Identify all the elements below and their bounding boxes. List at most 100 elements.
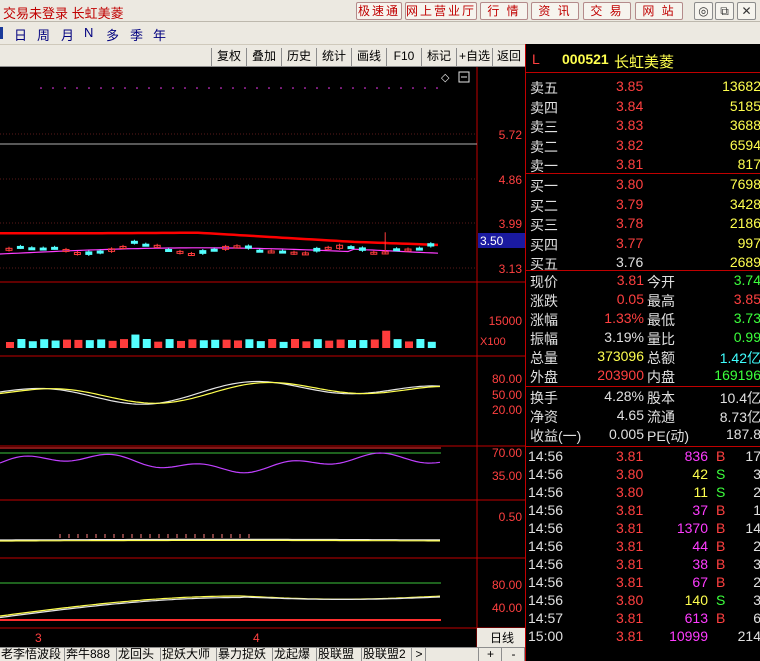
zoom-out-button[interactable]: - — [502, 648, 525, 661]
period-month[interactable]: 月 — [61, 25, 74, 44]
volume-bar — [245, 339, 254, 348]
quote-value: 0.99 — [733, 329, 760, 345]
back-button[interactable]: 返回 — [492, 48, 525, 66]
restore-icon[interactable]: ◎ — [694, 2, 713, 20]
fundamental-row: 净资 4.65 流通 8.73亿 — [526, 406, 760, 425]
tick-side: B — [716, 538, 726, 554]
trade-button[interactable]: 交 易 — [583, 2, 631, 20]
zoom-in-button[interactable]: + — [478, 648, 502, 661]
period-week[interactable]: 周 — [37, 25, 50, 44]
bid-price: 3.80 — [616, 176, 644, 192]
tick-count: 3 — [753, 556, 760, 572]
ask-row: 卖五 3.85 13682 — [526, 77, 760, 96]
signal-dot — [232, 87, 234, 89]
tick-volume: 42 — [692, 466, 708, 482]
quote-value: 3.81 — [616, 272, 644, 288]
market-flag: L — [532, 51, 540, 67]
title-bar: 交易未登录 长虹美菱 极速通 网上营业厅 行 情 资 讯 交 易 网 站 ◎ ⧉… — [0, 0, 760, 22]
period-quarter[interactable]: 季 — [130, 25, 143, 44]
tick-volume: 11 — [693, 484, 708, 500]
signal-dot — [112, 87, 114, 89]
candle-body — [347, 246, 355, 250]
add-watchlist-button[interactable]: +自选 — [456, 48, 492, 66]
bid-row: 买三 3.78 2186 — [526, 214, 760, 233]
f10-button[interactable]: F10 — [386, 48, 421, 66]
online-hall-button[interactable]: 网上营业厅 — [405, 2, 477, 20]
chart-frame — [0, 67, 525, 647]
signal-dot — [388, 87, 390, 89]
tab-gulianmeng2[interactable]: 股联盟2 — [362, 648, 412, 661]
period-multi[interactable]: 多 — [106, 25, 119, 44]
express-button[interactable]: 极速通 — [356, 2, 402, 20]
tab-more-arrow-icon[interactable]: > — [412, 648, 426, 661]
ask-price: 3.84 — [616, 97, 644, 114]
tick-time: 14:56 — [528, 556, 564, 572]
date-label: 4 — [253, 631, 260, 645]
overlay-button[interactable]: 叠加 — [246, 48, 281, 66]
period-year[interactable]: 年 — [153, 25, 166, 44]
candle-body — [39, 247, 47, 251]
candle-body — [415, 247, 423, 251]
volume-bar — [268, 339, 277, 348]
period-n[interactable]: N — [84, 25, 93, 40]
volume-bar — [63, 339, 71, 348]
maximize-icon[interactable]: ⧉ — [715, 2, 734, 20]
fundamental-value: 10.4亿 — [719, 390, 760, 406]
tick-volume: 44 — [692, 538, 708, 554]
indicator-tabs: 老李悟波段 奔牛888 龙回头 捉妖大师 暴力捉妖 龙起爆 股联盟 股联盟2 >… — [0, 647, 525, 661]
tab-gulianmeng[interactable]: 股联盟 — [317, 648, 362, 661]
separator-line — [526, 173, 760, 174]
period-day[interactable]: 日 — [14, 25, 27, 44]
news-button[interactable]: 资 讯 — [531, 2, 579, 20]
fundamental-label: 流通 — [647, 409, 675, 425]
tab-laoli[interactable]: 老李悟波段 — [0, 648, 65, 661]
tick-price: 3.81 — [616, 628, 644, 644]
volume-bar — [291, 339, 299, 348]
date-label: 3 — [35, 631, 42, 645]
bid-row: 买二 3.79 3428 — [526, 195, 760, 214]
quote-row: 涨幅 1.33% 最低 3.73 — [526, 309, 760, 328]
bid-volume: 3428 — [729, 195, 760, 212]
tab-longqibao[interactable]: 龙起爆 — [273, 648, 317, 661]
quote-row: 振幅 3.19% 量比 0.99 — [526, 328, 760, 347]
quote-value: 3.73 — [733, 310, 760, 326]
candle-body — [358, 247, 366, 251]
quotes-button[interactable]: 行 情 — [480, 2, 528, 20]
tab-benniu[interactable]: 奔牛888 — [65, 648, 117, 661]
website-button[interactable]: 网 站 — [635, 2, 683, 20]
quote-label: 最高 — [647, 293, 675, 309]
current-price-tag: 3.50 — [480, 234, 504, 248]
quote-value: 373096 — [597, 348, 644, 364]
quote-row: 现价 3.81 今开 3.74 — [526, 271, 760, 290]
volume-bar — [97, 339, 106, 348]
bid-volume: 2186 — [729, 215, 760, 231]
signal-dot — [52, 87, 54, 89]
bid-volume: 7698 — [729, 176, 760, 192]
stats-button[interactable]: 统计 — [316, 48, 351, 66]
signal-dot — [220, 87, 222, 89]
signal-dot — [436, 87, 438, 89]
signal-dot — [256, 87, 258, 89]
tick-volume: 37 — [692, 502, 708, 518]
candle-body — [165, 248, 173, 252]
kline-chart[interactable]: 5.72 4.86 3.99 3.13 3.50 15000 X100 80.0… — [0, 67, 525, 647]
chart-toolbar: 复权 叠加 历史 统计 画线 F10 标记 +自选 返回 — [0, 44, 525, 67]
tab-zhuoyao[interactable]: 捉妖大师 — [161, 648, 217, 661]
tab-longhuitou[interactable]: 龙回头 — [117, 648, 161, 661]
adjust-button[interactable]: 复权 — [211, 48, 246, 66]
volume-bar — [370, 339, 379, 348]
signal-dot — [304, 87, 306, 89]
candle-body — [244, 245, 252, 249]
volume-bar — [131, 334, 140, 348]
quote-row: 外盘 203900 内盘 169196 — [526, 366, 760, 385]
history-button[interactable]: 历史 — [281, 48, 316, 66]
candle-body — [85, 251, 93, 255]
draw-button[interactable]: 画线 — [351, 48, 386, 66]
signal-dot — [88, 87, 90, 89]
volume-bar — [405, 341, 413, 348]
fundamental-value: 4.65 — [616, 407, 644, 423]
bid-price: 3.79 — [616, 195, 644, 212]
close-icon[interactable]: ✕ — [737, 2, 756, 20]
tab-baoli[interactable]: 暴力捉妖 — [217, 648, 273, 661]
mark-button[interactable]: 标记 — [421, 48, 456, 66]
